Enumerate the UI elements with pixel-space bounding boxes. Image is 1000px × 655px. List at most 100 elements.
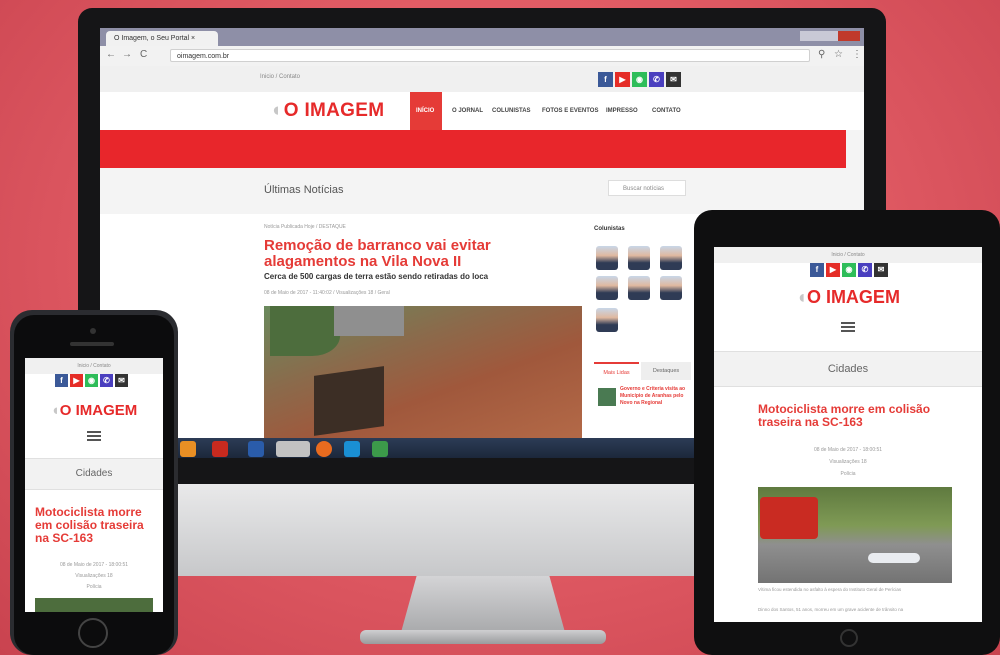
youtube-icon[interactable]: ▶ xyxy=(70,374,83,387)
whatsapp-icon[interactable]: ◉ xyxy=(632,72,647,87)
menu-dots-icon[interactable]: ⋮ xyxy=(852,49,862,60)
browser-tab[interactable]: O Imagem, o Seu Portal × xyxy=(106,31,218,46)
notepad-icon[interactable] xyxy=(372,441,388,457)
social-links: f ▶ ◉ ✆ ✉ xyxy=(598,72,688,87)
breadcrumb: Inicio / Contato xyxy=(714,247,982,263)
logo-text: O IMAGEM xyxy=(283,100,385,121)
email-icon[interactable]: ✉ xyxy=(874,263,888,277)
category-bar: Cidades xyxy=(25,458,163,490)
window-controls[interactable] xyxy=(800,31,860,41)
article-category: Polícia xyxy=(840,471,856,477)
article-subtitle: Cerca de 500 cargas de terra estão sendo… xyxy=(264,272,489,281)
menu-item-contato[interactable]: CONTATO xyxy=(652,108,681,114)
category-bar: Cidades xyxy=(714,351,982,387)
article-title[interactable]: Remoção de barranco vai evitar alagament… xyxy=(264,238,584,270)
url-text: oimagem.com.br xyxy=(177,53,230,60)
columnist-avatar[interactable] xyxy=(660,276,682,300)
outlook-icon[interactable] xyxy=(180,441,196,457)
social-links: f ▶ ◉ ✆ ✉ xyxy=(55,374,133,388)
article-date: 08 de Maio de 2017 - 18:00:51 xyxy=(813,447,883,453)
article-views: Visualizações 18 xyxy=(75,573,113,579)
article-meta-top: Notícia Publicada Hoje / DESTAQUE xyxy=(264,224,346,230)
skype-icon[interactable] xyxy=(344,441,360,457)
facebook-icon[interactable]: f xyxy=(810,263,824,277)
zoom-icon[interactable]: ⚲ xyxy=(818,49,825,60)
site-logo[interactable]: ◖O IMAGEM xyxy=(714,287,982,308)
breadcrumb: Inicio / Contato xyxy=(260,74,301,80)
facebook-icon[interactable]: f xyxy=(598,72,613,87)
firefox-icon[interactable] xyxy=(316,441,332,457)
email-icon[interactable]: ✉ xyxy=(115,374,128,387)
article-title[interactable]: Motociclista morre em colisão traseira n… xyxy=(35,506,155,545)
site-header: ◖ O IMAGEM INÍCIO O JORNAL COLUNISTAS FOT… xyxy=(100,92,864,130)
article-views: Visualizações 18 xyxy=(829,459,867,465)
columnist-avatar[interactable] xyxy=(596,276,618,300)
facebook-icon[interactable]: f xyxy=(55,374,68,387)
article-body: Dinno dos Santos, 51 anos, morreu em um … xyxy=(758,607,904,612)
menu-item-inicio[interactable]: INÍCIO xyxy=(416,108,434,114)
address-bar: ← → C oimagem.com.br ⚲ ☆ ⋮ xyxy=(100,46,864,67)
site-logo[interactable]: ◖O IMAGEM xyxy=(270,100,384,122)
back-icon[interactable]: ← xyxy=(106,49,116,60)
url-field[interactable]: oimagem.com.br xyxy=(170,49,810,62)
menu-item-impresso[interactable]: IMPRESSO xyxy=(606,108,638,114)
forward-icon[interactable]: → xyxy=(122,49,132,60)
sidebar-title: Colunistas xyxy=(594,226,625,232)
menu-item-jornal[interactable]: O JORNAL xyxy=(452,108,483,114)
camera-icon xyxy=(90,328,96,334)
menu-item-colunistas[interactable]: COLUNISTAS xyxy=(492,108,531,114)
sidebar-tabs: Mais Lidas Destaques xyxy=(594,362,694,380)
photoshop-icon[interactable] xyxy=(248,441,264,457)
hamburger-menu-icon[interactable] xyxy=(841,322,855,332)
whatsapp-icon[interactable]: ◉ xyxy=(85,374,98,387)
ipad-home-button[interactable] xyxy=(840,629,858,647)
section-title: Últimas Notícias xyxy=(264,184,344,196)
ipad-screen: Inicio / Contato f ▶ ◉ ✆ ✉ ◖O IMAGEM Cid… xyxy=(714,247,982,622)
phone-icon[interactable]: ✆ xyxy=(649,72,664,87)
article-photo[interactable] xyxy=(264,306,582,442)
site-logo[interactable]: ◖O IMAGEM xyxy=(25,402,163,419)
phone-icon[interactable]: ✆ xyxy=(858,263,872,277)
article-photo[interactable] xyxy=(35,598,153,612)
hamburger-menu-icon[interactable] xyxy=(87,431,101,441)
columnist-avatar[interactable] xyxy=(628,276,650,300)
article-photo[interactable] xyxy=(758,487,952,583)
menu-item-fotos[interactable]: FOTOS E EVENTOS xyxy=(542,108,598,114)
search-input[interactable]: Buscar notícias xyxy=(608,180,686,196)
columnist-avatar[interactable] xyxy=(628,246,650,270)
youtube-icon[interactable]: ▶ xyxy=(826,263,840,277)
iphone-screen: Inicio / Contato f ▶ ◉ ✆ ✉ ◖O IMAGEM Cid… xyxy=(25,358,163,612)
sidebar-news-item[interactable]: Governo e Criteria visita ao Município d… xyxy=(594,384,694,434)
email-icon[interactable]: ✉ xyxy=(666,72,681,87)
columnist-avatar[interactable] xyxy=(660,246,682,270)
speaker-grille xyxy=(70,342,114,346)
article-category: Polícia xyxy=(86,584,102,590)
photo-caption: Vítima ficou estendida no asfalto à espe… xyxy=(758,587,902,592)
article-title[interactable]: Motociclista morre em colisão traseira n… xyxy=(758,403,948,429)
article-meta: 08 de Maio de 2017 - 11:40:02 / Visualiz… xyxy=(264,290,390,296)
tab-mais-lidas[interactable]: Mais Lidas xyxy=(594,362,639,380)
imac-base xyxy=(360,630,606,644)
youtube-icon[interactable]: ▶ xyxy=(615,72,630,87)
reload-icon[interactable]: C xyxy=(140,49,147,60)
filezilla-icon[interactable] xyxy=(212,441,228,457)
logo-text: O IMAGEM xyxy=(59,402,138,419)
breadcrumb: Inicio / Contato xyxy=(25,358,163,374)
columnist-avatar[interactable] xyxy=(596,246,618,270)
tab-destaques[interactable]: Destaques xyxy=(641,362,691,380)
whatsapp-icon[interactable]: ◉ xyxy=(842,263,856,277)
red-banner xyxy=(100,130,846,168)
iphone-home-button[interactable] xyxy=(78,618,108,648)
phone-icon[interactable]: ✆ xyxy=(100,374,113,387)
taskbar xyxy=(100,438,696,458)
columnist-avatar[interactable] xyxy=(596,308,618,332)
bookmark-star-icon[interactable]: ☆ xyxy=(834,49,843,60)
logo-text: O IMAGEM xyxy=(806,287,900,307)
chrome-icon[interactable] xyxy=(276,441,310,457)
social-links: f ▶ ◉ ✆ ✉ xyxy=(810,263,892,277)
close-window-icon[interactable] xyxy=(838,31,860,41)
apple-logo-icon xyxy=(462,498,502,550)
imac-stand xyxy=(400,576,566,636)
news-bar: Últimas Notícias ⚲ Buscar notícias xyxy=(100,168,864,215)
article-date: 08 de Maio de 2017 - 18:00:51 xyxy=(59,562,129,568)
